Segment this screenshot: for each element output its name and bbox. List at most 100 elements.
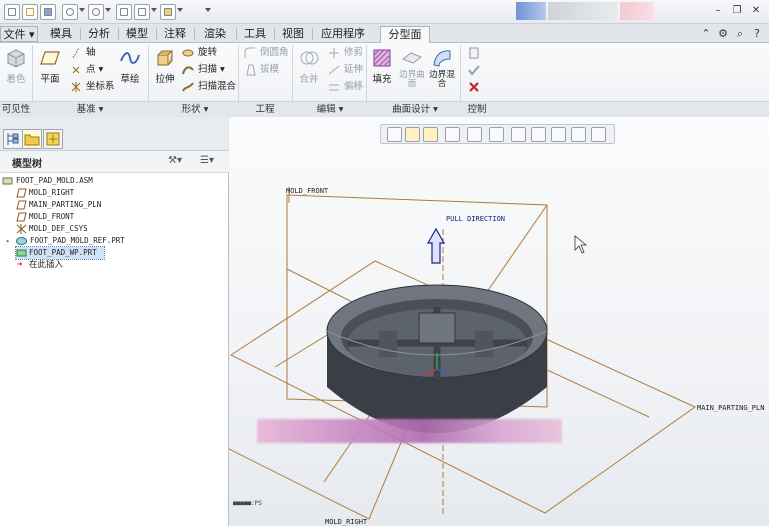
tree-item-root[interactable]: FOOT_PAD_MOLD.ASM (2, 175, 93, 187)
undo-dropdown-icon[interactable] (79, 8, 85, 12)
shading-button[interactable]: 着色 (3, 47, 29, 85)
assembly-icon (2, 177, 13, 185)
tab-tools[interactable]: 工具 (238, 26, 272, 42)
trim-button[interactable]: 修剪 (328, 46, 363, 60)
merge-icon (300, 51, 319, 65)
mold-right-label: MOLD_RIGHT (325, 518, 368, 526)
ribbon-group-labels: 可见性 基准 ▾ 形状 ▾ 工程 编辑 ▾ 曲面设计 ▾ 控制 (0, 101, 769, 117)
undo-icon[interactable] (62, 4, 78, 20)
tree-item-insert-here[interactable]: ➜ 在此插入 (16, 259, 63, 271)
extrude-icon (157, 50, 174, 66)
tab-file[interactable]: 文件 ▾ (0, 26, 38, 42)
csys-button[interactable]: 坐标系 (70, 80, 115, 94)
tree-item-mold-def-csys[interactable]: MOLD_DEF_CSYS (16, 223, 88, 235)
redo-icon[interactable] (88, 4, 104, 20)
folder-browser-tab-icon[interactable] (22, 129, 42, 149)
tree-item-label: FOOT_PAD_WP.PRT (29, 248, 97, 257)
merge-button[interactable]: 合并 (295, 47, 323, 85)
windows-icon[interactable] (134, 4, 150, 20)
group-label-editing[interactable]: 编辑 ▾ (305, 103, 355, 117)
pull-direction-arrow (426, 227, 446, 264)
close-window-icon[interactable] (160, 4, 176, 20)
offset-label: 偏移 (344, 81, 364, 92)
swept-blend-label: 扫描混合 (198, 81, 237, 92)
model-tree-title: 模型树 (12, 159, 42, 170)
tree-item-mold-right[interactable]: MOLD_RIGHT (16, 187, 74, 199)
customize-toolbar-icon[interactable] (205, 8, 211, 12)
tree-settings-icon[interactable]: ⚒▾ (168, 155, 182, 166)
tab-mold[interactable]: 模具 (44, 26, 78, 42)
merge-label: 合并 (299, 74, 319, 85)
plane-label: 平面 (40, 74, 60, 85)
sweep-button[interactable]: 扫描 ▾ (182, 63, 225, 77)
boundary-blend-button[interactable]: 边界混合 (428, 47, 456, 89)
properties-button[interactable] (468, 46, 484, 60)
title-redacted-block (620, 2, 654, 20)
group-label-shapes[interactable]: 形状 ▾ (170, 103, 220, 117)
tab-analysis[interactable]: 分析 (82, 26, 116, 42)
sweep-icon (182, 66, 194, 75)
tab-annotate[interactable]: 注释 (158, 26, 192, 42)
datum-plane-icon (16, 188, 27, 198)
graphics-viewport[interactable]: MOLD_FRONT PULL DIRECTION MAIN_PARTING_P… (229, 117, 769, 526)
ok-button[interactable] (468, 63, 484, 77)
properties-icon (469, 47, 479, 59)
tree-item-mold-front[interactable]: MOLD_FRONT (16, 211, 74, 223)
plane-button[interactable]: 平面 (36, 47, 64, 85)
revolve-button[interactable]: 旋转 (182, 46, 217, 60)
extend-button[interactable]: 延伸 (328, 63, 363, 77)
draft-label: 拔模 (260, 64, 280, 75)
group-label-surface-design[interactable]: 曲面设计 ▾ (380, 103, 450, 117)
tree-item-wp-prt[interactable]: FOOT_PAD_WP.PRT (15, 246, 105, 260)
tab-applications[interactable]: 应用程序 (314, 26, 372, 42)
folder-dropdown-icon[interactable] (177, 8, 183, 12)
minimize-icon[interactable]: – (712, 5, 724, 17)
creo-app-window: – ❐ ✕ 文件 ▾ 模具 分析 模型 注释 渲染 工具 视图 应用程序 分型面… (0, 0, 769, 526)
shading-label: 着色 (6, 74, 26, 85)
offset-button[interactable]: 偏移 (328, 80, 363, 94)
swept-blend-button[interactable]: 扫描混合 (182, 80, 236, 94)
tab-parting-surface[interactable]: 分型面 (380, 26, 430, 44)
expand-arrow-icon[interactable]: ▸ (6, 235, 10, 247)
minimize-ribbon-icon[interactable]: ⌃ (699, 27, 713, 41)
tree-item-label: MAIN_PARTING_PLN (29, 200, 102, 209)
boundary-surface-button[interactable]: 边界曲面 (397, 47, 427, 89)
fill-button[interactable]: 填充 (368, 47, 396, 85)
tree-item-label: 在此插入 (29, 260, 64, 270)
tree-item-mold-ref-prt[interactable]: ▸ FOOT_PAD_MOLD_REF.PRT (6, 235, 125, 247)
favorites-tab-icon[interactable] (43, 129, 63, 149)
save-icon[interactable] (40, 4, 56, 20)
point-button[interactable]: 点 ▾ (70, 63, 103, 77)
tab-render[interactable]: 渲染 (196, 26, 234, 42)
open-file-icon[interactable] (22, 4, 38, 20)
axis-button[interactable]: 轴 (70, 46, 96, 60)
cancel-button[interactable] (468, 80, 484, 94)
group-label-visibility: 可见性 (1, 104, 31, 115)
windows-dropdown-icon[interactable] (151, 8, 157, 12)
shading-icon (7, 49, 25, 68)
sketch-icon (120, 52, 140, 64)
sketch-button[interactable]: 草绘 (116, 47, 144, 85)
fill-label: 填充 (372, 74, 392, 85)
tree-columns-icon[interactable]: ☰▾ (200, 155, 214, 166)
group-label-datum[interactable]: 基准 ▾ (60, 103, 120, 117)
tab-view[interactable]: 视图 (276, 26, 310, 42)
draft-button[interactable]: 拔模 (244, 63, 279, 77)
datum-plane-icon (40, 51, 60, 65)
search-icon[interactable]: ⌕ (733, 27, 747, 41)
new-file-icon[interactable] (4, 4, 20, 20)
extrude-button[interactable]: 拉伸 (151, 47, 179, 85)
regenerate-icon[interactable] (116, 4, 132, 20)
model-tree-tab-icon[interactable] (3, 129, 23, 149)
revolve-label: 旋转 (198, 47, 218, 58)
tab-model[interactable]: 模型 (120, 26, 154, 42)
round-button[interactable]: 倒圆角 (244, 46, 289, 60)
group-label-control: 控制 (467, 104, 487, 115)
close-icon[interactable]: ✕ (750, 5, 762, 17)
restore-icon[interactable]: ❐ (731, 5, 743, 17)
tree-item-main-parting-pln[interactable]: MAIN_PARTING_PLN (16, 199, 101, 211)
redo-dropdown-icon[interactable] (105, 8, 111, 12)
help-icon[interactable]: ? (750, 27, 764, 41)
group-label-editing-text: 编辑 (316, 104, 336, 115)
ribbon-settings-icon[interactable]: ⚙ (716, 27, 730, 41)
